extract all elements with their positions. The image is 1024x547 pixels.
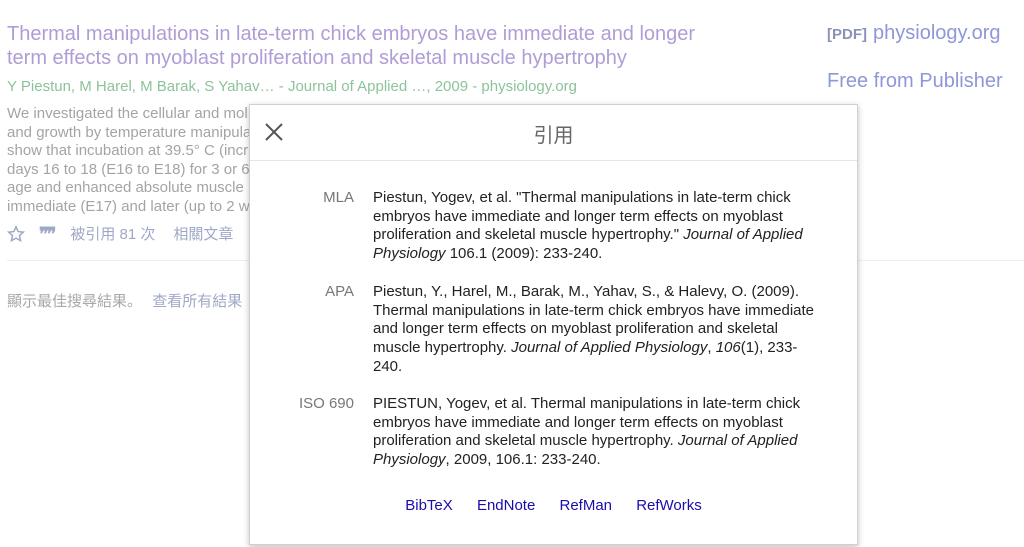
result-title-link[interactable]: Thermal manipulations in late-term chick… (7, 22, 707, 70)
result-title-line-2: term effects on myoblast proliferation a… (7, 47, 627, 69)
export-refman-link[interactable]: RefMan (559, 497, 612, 514)
citation-text[interactable]: PIESTUN, Yogev, et al. Thermal manipulat… (373, 395, 823, 470)
snippet-line: days 16 to 18 (E16 to E18) for 3 or 6 (7, 160, 250, 178)
citation-label: APA (325, 283, 354, 300)
snippet-line: immediate (E17) and later (up to 2 w (7, 197, 250, 215)
export-links: BibTeX EndNote RefMan RefWorks (250, 497, 857, 514)
export-bibtex-link[interactable]: BibTeX (405, 497, 453, 514)
best-results-text: 顯示最佳搜尋結果。 (7, 293, 143, 310)
cite-dialog-header: 引用 (250, 105, 857, 161)
cite-dialog: 引用 MLA Piestun, Yogev, et al. "Thermal m… (249, 104, 858, 545)
see-all-results-link[interactable]: 查看所有結果 (152, 293, 242, 310)
result-authors: Y Piestun, M Harel, M Barak, S Yahav… - … (7, 78, 578, 95)
pdf-link-label: physiology.org (873, 22, 1001, 44)
free-from-publisher-link[interactable]: Free from Publisher (827, 70, 1003, 93)
snippet-line: show that incubation at 39.5° C (incr (7, 142, 249, 159)
cited-by-link[interactable]: 被引用 81 次 (70, 223, 155, 244)
result-actions: ❞❞ 被引用 81 次 相關文章 (7, 222, 233, 245)
pdf-tag: [PDF] (827, 26, 867, 43)
related-articles-link[interactable]: 相關文章 (173, 223, 233, 244)
quote-icon[interactable]: ❞❞ (39, 224, 56, 245)
cite-dialog-title: 引用 (533, 123, 574, 147)
result-title-line-1: Thermal manipulations in late-term chick… (7, 23, 696, 45)
citation-label: MLA (323, 189, 354, 206)
snippet-line: We investigated the cellular and mol (7, 105, 248, 122)
star-icon[interactable] (7, 224, 25, 243)
citation-text[interactable]: Piestun, Y., Harel, M., Barak, M., Yahav… (373, 283, 823, 377)
citation-label: ISO 690 (298, 395, 354, 412)
export-refworks-link[interactable]: RefWorks (636, 497, 702, 514)
export-endnote-link[interactable]: EndNote (477, 497, 535, 514)
best-results-notice: 顯示最佳搜尋結果。 查看所有結果 (7, 290, 242, 311)
snippet-line: and growth by temperature manipula (7, 123, 252, 141)
citation-text[interactable]: Piestun, Yogev, et al. "Thermal manipula… (373, 189, 823, 264)
snippet-line: age and enhanced absolute muscle (7, 179, 244, 196)
pdf-link[interactable]: [PDF] physiology.org (827, 22, 1000, 45)
search-result: Thermal manipulations in late-term chick… (7, 22, 707, 96)
result-snippet: We investigated the cellular and mol and… (7, 105, 257, 216)
